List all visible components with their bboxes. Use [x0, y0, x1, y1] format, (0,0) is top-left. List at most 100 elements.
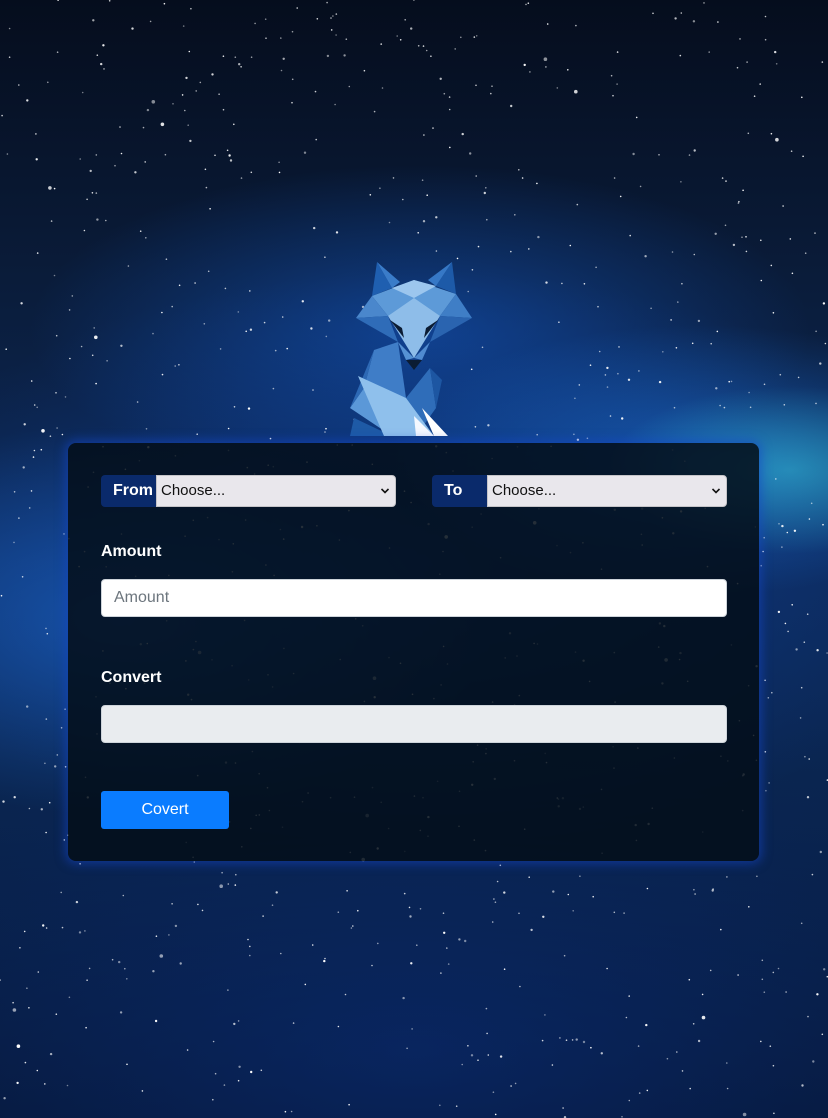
star: [296, 7, 299, 9]
star: [492, 1091, 495, 1093]
star: [692, 1023, 695, 1025]
star: [233, 123, 235, 126]
star: [529, 71, 531, 73]
star: [152, 332, 154, 335]
star: [264, 18, 267, 21]
star: [821, 1033, 824, 1036]
amount-input[interactable]: Amount: [101, 579, 727, 617]
convert-output-field[interactable]: [101, 705, 727, 743]
star: [477, 1059, 479, 1061]
star: [152, 970, 155, 973]
star: [226, 149, 229, 152]
star: [623, 912, 625, 914]
star: [199, 81, 202, 84]
star: [335, 34, 337, 36]
star: [26, 99, 29, 102]
star: [371, 964, 373, 967]
star: [439, 77, 442, 81]
star: [249, 328, 253, 331]
star: [760, 239, 762, 242]
star: [461, 1063, 464, 1066]
star: [486, 218, 488, 221]
star: [196, 433, 198, 436]
star: [314, 90, 317, 93]
from-select[interactable]: Choose...: [156, 475, 396, 507]
star: [546, 23, 549, 25]
star: [745, 250, 748, 253]
star: [155, 935, 158, 937]
star: [503, 968, 506, 970]
star: [291, 78, 294, 81]
star: [127, 265, 130, 267]
star: [45, 831, 47, 834]
star: [784, 622, 787, 625]
star: [301, 300, 304, 303]
star: [22, 466, 25, 469]
star: [781, 546, 783, 548]
star: [48, 801, 51, 804]
star: [693, 888, 695, 891]
star: [250, 56, 253, 58]
star: [281, 316, 284, 318]
star: [53, 187, 56, 190]
star: [542, 915, 545, 918]
star: [822, 302, 826, 305]
star: [19, 947, 21, 949]
convert-button[interactable]: Covert: [101, 791, 229, 829]
star: [227, 883, 230, 885]
star: [345, 38, 348, 40]
star: [819, 850, 822, 854]
star: [330, 17, 332, 19]
star: [247, 407, 251, 410]
star: [16, 1081, 19, 1085]
star: [571, 1039, 574, 1041]
star: [528, 248, 530, 250]
star: [197, 903, 199, 906]
from-select-group: From Choose...: [101, 475, 396, 507]
star: [83, 229, 86, 232]
star: [50, 220, 53, 222]
star: [523, 63, 526, 67]
star: [337, 1025, 340, 1028]
star: [449, 146, 451, 149]
star: [280, 69, 283, 72]
star: [61, 433, 64, 436]
star: [422, 45, 425, 47]
star: [485, 187, 487, 189]
to-select[interactable]: Choose...: [487, 475, 727, 507]
star: [815, 330, 817, 333]
star: [487, 1054, 490, 1056]
star: [772, 971, 775, 974]
star: [42, 924, 45, 927]
star: [650, 307, 652, 310]
star: [163, 2, 166, 5]
star: [40, 808, 43, 811]
star: [45, 718, 48, 720]
star: [106, 360, 108, 362]
star: [282, 57, 285, 60]
star: [806, 796, 810, 799]
star: [357, 909, 359, 912]
star: [823, 968, 826, 971]
star: [36, 252, 39, 254]
star: [748, 906, 750, 908]
star: [464, 939, 467, 943]
star: [666, 1057, 669, 1060]
star: [410, 27, 413, 30]
star: [249, 290, 251, 292]
star: [783, 404, 786, 406]
star: [477, 245, 480, 248]
star: [95, 192, 98, 194]
star: [95, 382, 97, 385]
star: [151, 100, 156, 104]
star: [781, 524, 784, 528]
star: [312, 389, 314, 391]
star: [194, 282, 196, 284]
star: [490, 92, 492, 95]
star: [416, 944, 418, 946]
star: [190, 7, 192, 10]
star: [761, 978, 764, 981]
star: [543, 57, 548, 61]
star: [775, 63, 778, 65]
star: [159, 954, 164, 958]
